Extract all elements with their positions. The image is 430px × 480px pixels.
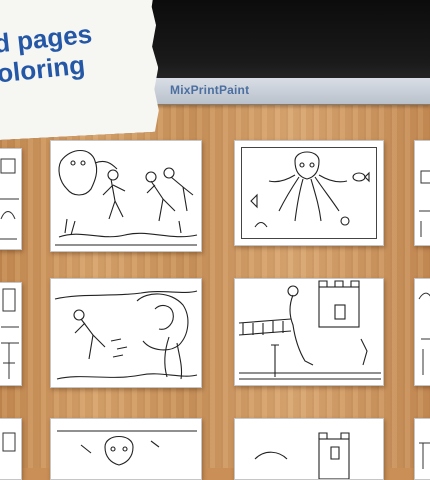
coloring-page-castle-2[interactable] — [234, 418, 384, 480]
coloring-page-left-partial-3[interactable] — [0, 418, 22, 480]
coloring-page-left-partial-2[interactable] — [0, 282, 22, 386]
banner-text: d pages oloring — [0, 19, 96, 89]
promo-banner: d pages oloring — [0, 0, 162, 140]
coloring-page-diver-reef[interactable] — [50, 278, 202, 388]
coloring-page-octopus-fish[interactable] — [234, 140, 384, 246]
coloring-page-mermaid-castle[interactable] — [234, 278, 384, 386]
app-title: MixPrintPaint — [170, 83, 250, 97]
coloring-page-right-partial-2[interactable] — [414, 278, 430, 386]
coloring-page-octopus-2[interactable] — [50, 418, 202, 480]
coloring-page-ghost-divers[interactable] — [50, 140, 202, 252]
coloring-page-right-partial-1[interactable] — [414, 140, 430, 246]
coloring-page-right-partial-3[interactable] — [414, 418, 430, 480]
coloring-page-left-partial-1[interactable] — [0, 148, 22, 250]
